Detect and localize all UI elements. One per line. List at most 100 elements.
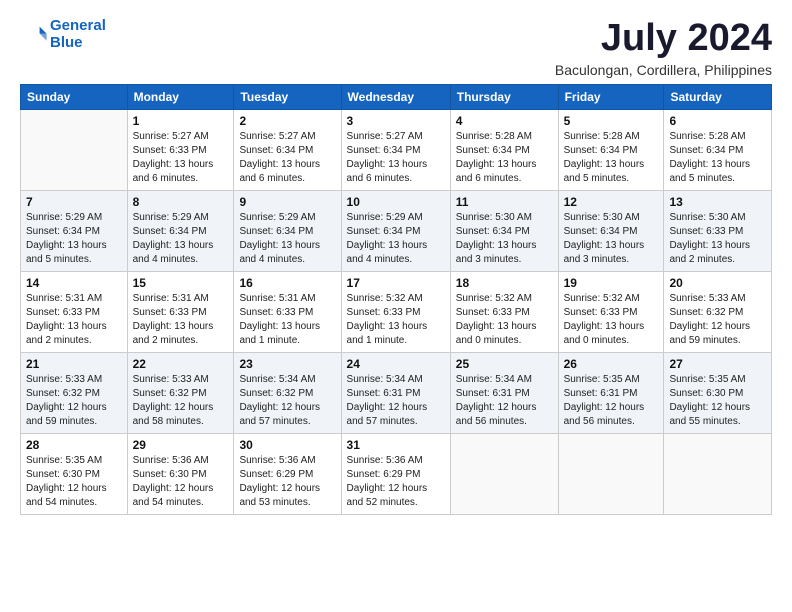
calendar-cell: 29 Sunrise: 5:36 AM Sunset: 6:30 PM Dayli… (127, 433, 234, 514)
location-title: Baculongan, Cordillera, Philippines (555, 62, 772, 78)
calendar-cell: 3 Sunrise: 5:27 AM Sunset: 6:34 PM Daylig… (341, 109, 450, 190)
day-info: Sunrise: 5:31 AM Sunset: 6:33 PM Dayligh… (133, 292, 229, 348)
day-number: 14 (26, 276, 122, 290)
calendar-cell: 18 Sunrise: 5:32 AM Sunset: 6:33 PM Dayli… (450, 271, 558, 352)
calendar-cell (558, 433, 664, 514)
day-number: 10 (347, 195, 445, 209)
day-number: 24 (347, 357, 445, 371)
day-number: 25 (456, 357, 553, 371)
calendar-cell: 10Sunrise: 5:29 AM Sunset: 6:34 PM Dayli… (341, 190, 450, 271)
day-number: 18 (456, 276, 553, 290)
day-number: 23 (239, 357, 335, 371)
header: General Blue July 2024 Baculongan, Cordi… (20, 18, 772, 78)
day-info: Sunrise: 5:34 AM Sunset: 6:31 PM Dayligh… (456, 373, 553, 429)
day-header-tuesday: Tuesday (234, 84, 341, 109)
day-info: Sunrise: 5:36 AM Sunset: 6:30 PM Dayligh… (133, 454, 229, 510)
title-block: July 2024 Baculongan, Cordillera, Philip… (555, 18, 772, 78)
calendar-week-5: 28 Sunrise: 5:35 AM Sunset: 6:30 PM Dayli… (21, 433, 772, 514)
day-number: 28 (26, 438, 122, 452)
day-info: Sunrise: 5:33 AM Sunset: 6:32 PM Dayligh… (26, 373, 122, 429)
calendar-cell (664, 433, 772, 514)
day-info: Sunrise: 5:27 AM Sunset: 6:34 PM Dayligh… (347, 130, 445, 186)
day-header-wednesday: Wednesday (341, 84, 450, 109)
day-info: Sunrise: 5:30 AM Sunset: 6:34 PM Dayligh… (564, 211, 659, 267)
day-header-saturday: Saturday (664, 84, 772, 109)
day-header-thursday: Thursday (450, 84, 558, 109)
calendar-cell: 14 Sunrise: 5:31 AM Sunset: 6:33 PM Dayli… (21, 271, 128, 352)
calendar-cell (21, 109, 128, 190)
day-number: 27 (669, 357, 766, 371)
calendar-cell: 22 Sunrise: 5:33 AM Sunset: 6:32 PM Dayli… (127, 352, 234, 433)
day-number: 31 (347, 438, 445, 452)
day-number: 13 (669, 195, 766, 209)
day-number: 1 (133, 114, 229, 128)
calendar-cell: 2 Sunrise: 5:27 AM Sunset: 6:34 PM Daylig… (234, 109, 341, 190)
calendar-cell: 19 Sunrise: 5:32 AM Sunset: 6:33 PM Dayli… (558, 271, 664, 352)
day-info: Sunrise: 5:33 AM Sunset: 6:32 PM Dayligh… (669, 292, 766, 348)
day-info: Sunrise: 5:32 AM Sunset: 6:33 PM Dayligh… (347, 292, 445, 348)
calendar-cell: 21 Sunrise: 5:33 AM Sunset: 6:32 PM Dayli… (21, 352, 128, 433)
day-info: Sunrise: 5:31 AM Sunset: 6:33 PM Dayligh… (239, 292, 335, 348)
calendar-cell: 16 Sunrise: 5:31 AM Sunset: 6:33 PM Dayli… (234, 271, 341, 352)
calendar-cell: 24 Sunrise: 5:34 AM Sunset: 6:31 PM Dayli… (341, 352, 450, 433)
day-info: Sunrise: 5:34 AM Sunset: 6:31 PM Dayligh… (347, 373, 445, 429)
day-header-friday: Friday (558, 84, 664, 109)
day-info: Sunrise: 5:27 AM Sunset: 6:34 PM Dayligh… (239, 130, 335, 186)
calendar-cell: 6Sunrise: 5:28 AM Sunset: 6:34 PM Daylig… (664, 109, 772, 190)
calendar-cell: 8Sunrise: 5:29 AM Sunset: 6:34 PM Daylig… (127, 190, 234, 271)
day-number: 6 (669, 114, 766, 128)
logo: General Blue (20, 18, 106, 51)
calendar-cell: 25 Sunrise: 5:34 AM Sunset: 6:31 PM Dayli… (450, 352, 558, 433)
day-info: Sunrise: 5:32 AM Sunset: 6:33 PM Dayligh… (564, 292, 659, 348)
calendar-cell: 17Sunrise: 5:32 AM Sunset: 6:33 PM Dayli… (341, 271, 450, 352)
calendar-table: SundayMondayTuesdayWednesdayThursdayFrid… (20, 84, 772, 515)
day-info: Sunrise: 5:27 AM Sunset: 6:33 PM Dayligh… (133, 130, 229, 186)
day-number: 3 (347, 114, 445, 128)
day-info: Sunrise: 5:32 AM Sunset: 6:33 PM Dayligh… (456, 292, 553, 348)
day-info: Sunrise: 5:30 AM Sunset: 6:33 PM Dayligh… (669, 211, 766, 267)
calendar-cell: 11Sunrise: 5:30 AM Sunset: 6:34 PM Dayli… (450, 190, 558, 271)
day-header-sunday: Sunday (21, 84, 128, 109)
calendar-page: General Blue July 2024 Baculongan, Cordi… (0, 0, 792, 612)
day-number: 21 (26, 357, 122, 371)
calendar-cell: 20 Sunrise: 5:33 AM Sunset: 6:32 PM Dayli… (664, 271, 772, 352)
calendar-week-4: 21 Sunrise: 5:33 AM Sunset: 6:32 PM Dayli… (21, 352, 772, 433)
day-info: Sunrise: 5:36 AM Sunset: 6:29 PM Dayligh… (239, 454, 335, 510)
day-number: 22 (133, 357, 229, 371)
calendar-cell: 27Sunrise: 5:35 AM Sunset: 6:30 PM Dayli… (664, 352, 772, 433)
day-number: 4 (456, 114, 553, 128)
day-number: 30 (239, 438, 335, 452)
day-info: Sunrise: 5:33 AM Sunset: 6:32 PM Dayligh… (133, 373, 229, 429)
calendar-cell: 13 Sunrise: 5:30 AM Sunset: 6:33 PM Dayli… (664, 190, 772, 271)
calendar-header-row: SundayMondayTuesdayWednesdayThursdayFrid… (21, 84, 772, 109)
calendar-week-3: 14 Sunrise: 5:31 AM Sunset: 6:33 PM Dayli… (21, 271, 772, 352)
calendar-cell: 30 Sunrise: 5:36 AM Sunset: 6:29 PM Dayli… (234, 433, 341, 514)
day-number: 29 (133, 438, 229, 452)
day-info: Sunrise: 5:36 AM Sunset: 6:29 PM Dayligh… (347, 454, 445, 510)
day-number: 16 (239, 276, 335, 290)
logo-icon (20, 21, 48, 49)
day-info: Sunrise: 5:35 AM Sunset: 6:30 PM Dayligh… (26, 454, 122, 510)
day-info: Sunrise: 5:29 AM Sunset: 6:34 PM Dayligh… (133, 211, 229, 267)
day-number: 15 (133, 276, 229, 290)
day-number: 7 (26, 195, 122, 209)
calendar-cell: 12Sunrise: 5:30 AM Sunset: 6:34 PM Dayli… (558, 190, 664, 271)
calendar-cell: 9Sunrise: 5:29 AM Sunset: 6:34 PM Daylig… (234, 190, 341, 271)
calendar-cell: 1 Sunrise: 5:27 AM Sunset: 6:33 PM Daylig… (127, 109, 234, 190)
day-info: Sunrise: 5:29 AM Sunset: 6:34 PM Dayligh… (26, 211, 122, 267)
day-number: 2 (239, 114, 335, 128)
day-info: Sunrise: 5:28 AM Sunset: 6:34 PM Dayligh… (456, 130, 553, 186)
day-info: Sunrise: 5:28 AM Sunset: 6:34 PM Dayligh… (564, 130, 659, 186)
day-number: 20 (669, 276, 766, 290)
day-number: 9 (239, 195, 335, 209)
day-number: 5 (564, 114, 659, 128)
calendar-cell (450, 433, 558, 514)
calendar-body: 1 Sunrise: 5:27 AM Sunset: 6:33 PM Daylig… (21, 109, 772, 514)
day-info: Sunrise: 5:31 AM Sunset: 6:33 PM Dayligh… (26, 292, 122, 348)
day-info: Sunrise: 5:30 AM Sunset: 6:34 PM Dayligh… (456, 211, 553, 267)
calendar-cell: 15 Sunrise: 5:31 AM Sunset: 6:33 PM Dayli… (127, 271, 234, 352)
day-info: Sunrise: 5:34 AM Sunset: 6:32 PM Dayligh… (239, 373, 335, 429)
day-number: 26 (564, 357, 659, 371)
calendar-week-1: 1 Sunrise: 5:27 AM Sunset: 6:33 PM Daylig… (21, 109, 772, 190)
day-number: 19 (564, 276, 659, 290)
